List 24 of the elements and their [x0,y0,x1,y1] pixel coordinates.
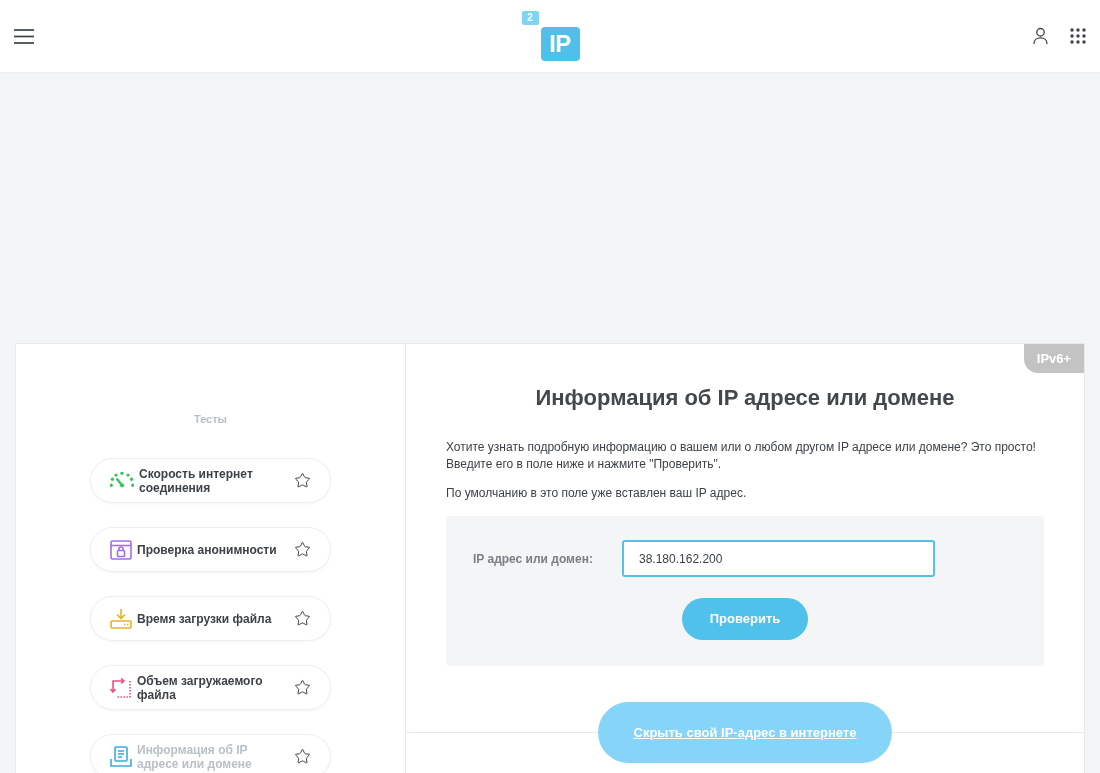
page-title: Информация об IP адресе или домене [535,384,955,412]
ip-input-field[interactable]: 38.180.162.200 [622,540,935,577]
download-tray-icon [110,608,132,629]
sidebar-item[interactable]: Время загрузки файла [90,596,331,641]
ipv6-badge: IPv6+ [1024,344,1084,373]
star-icon[interactable] [294,679,311,696]
menu-icon[interactable] [14,28,34,44]
sidebar-item[interactable]: Скорость интернет соединения [90,458,331,503]
sidebar-item[interactable]: Проверка анонимности [90,527,331,572]
star-icon[interactable] [294,472,311,489]
field-label: IP адрес или домен: [473,550,594,568]
description-text: По умолчанию в это поле уже вставлен ваш IP адрес. [446,485,748,502]
star-icon[interactable] [294,748,311,765]
star-icon[interactable] [294,610,311,627]
section-title: Тесты [193,412,227,426]
user-icon[interactable] [1033,27,1048,45]
padlock-window-icon [110,539,132,560]
description-text: Хотите узнать подробную информацию о вашем или о любом другом IP адресе или домене? Это просто! Введите его в поле ниже и нажмите "Проверить". [446,439,1037,473]
gauge-icon [110,472,134,489]
star-icon[interactable] [294,541,311,558]
apps-grid-icon[interactable] [1070,28,1086,44]
logo-small-tile: 2 [521,11,539,25]
sidebar-item[interactable]: Объем загружаемого файла [90,665,331,710]
document-tray-icon [110,745,132,768]
